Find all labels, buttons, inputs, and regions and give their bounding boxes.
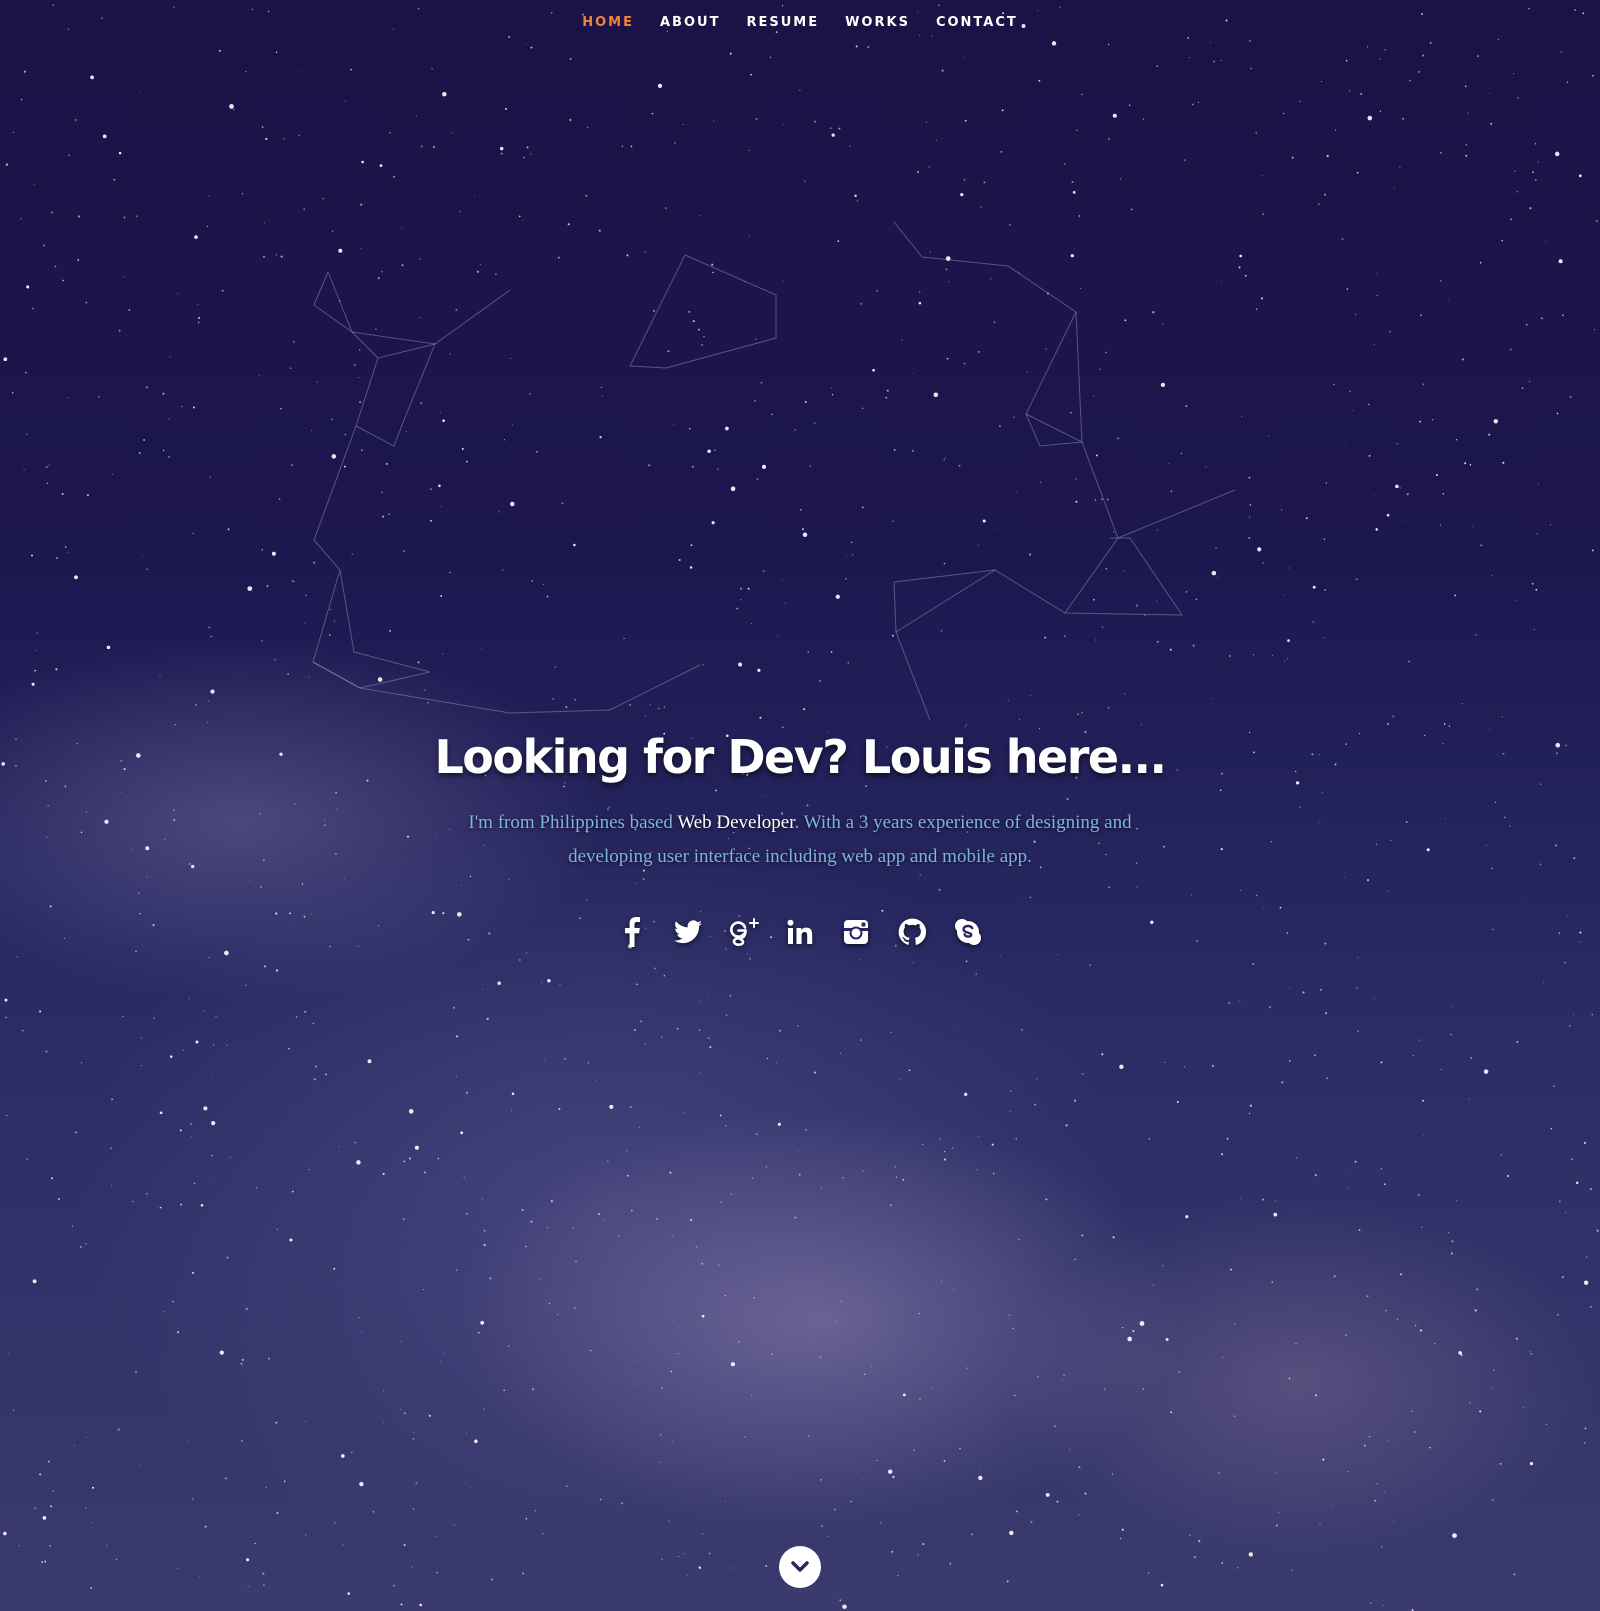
github-link[interactable] [894, 912, 930, 952]
linkedin-icon [787, 919, 813, 944]
skype-link[interactable] [950, 912, 986, 952]
chevron-down-icon [791, 1561, 809, 1572]
social-links [0, 912, 1600, 952]
top-navigation: HOME ABOUT RESUME WORKS CONTACT [0, 14, 1600, 32]
nav-works[interactable]: WORKS [832, 14, 923, 32]
intro-text-start: I'm from Philippines based [468, 812, 678, 833]
skype-icon [955, 919, 981, 945]
hero-intro: I'm from Philippines based Web Developer… [450, 806, 1150, 874]
hero-title: Looking for Dev? Louis here... [434, 730, 1167, 784]
twitter-link[interactable] [670, 912, 706, 952]
facebook-icon [625, 917, 640, 947]
scroll-down-button[interactable] [779, 1546, 821, 1588]
google-plus-icon [730, 918, 759, 946]
nav-resume[interactable]: RESUME [733, 14, 832, 32]
nav-about[interactable]: ABOUT [647, 14, 733, 32]
facebook-link[interactable] [614, 912, 650, 952]
google-plus-link[interactable] [726, 912, 762, 952]
nav-home[interactable]: HOME [569, 14, 647, 32]
nav-contact[interactable]: CONTACT [923, 14, 1031, 32]
instagram-icon [844, 920, 868, 944]
hero-section: Looking for Dev? Louis here... I'm from … [0, 730, 1600, 874]
github-icon [898, 918, 926, 945]
linkedin-link[interactable] [782, 912, 818, 952]
intro-highlight: Web Developer [677, 812, 795, 833]
instagram-link[interactable] [838, 912, 874, 952]
twitter-icon [674, 920, 702, 944]
